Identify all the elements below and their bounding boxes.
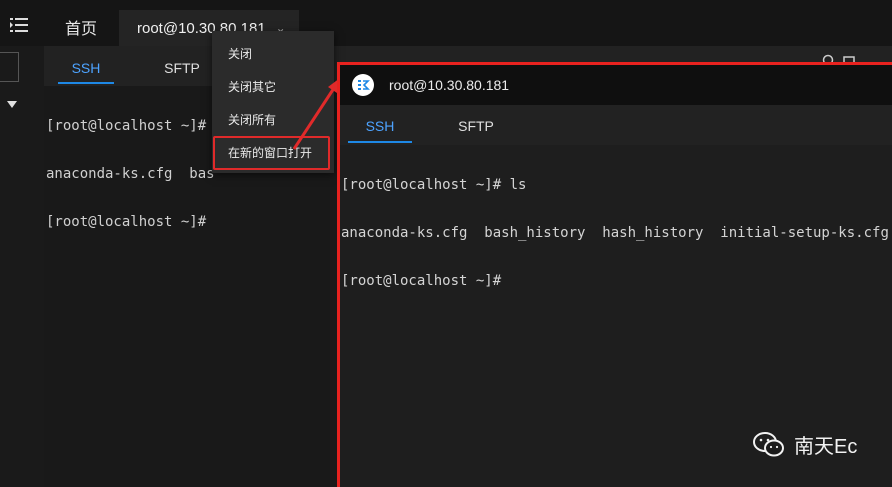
wechat-icon <box>753 431 784 456</box>
new-window: root@10.30.80.181 SSH SFTP [root@localho… <box>337 62 892 487</box>
window-tab-sftp[interactable]: SFTP <box>444 113 508 139</box>
terminal-line: [root@localhost ~]# <box>341 273 502 289</box>
window-title-bar: root@10.30.80.181 <box>340 65 892 105</box>
window-tab-ssh-underline <box>348 141 412 143</box>
terminal-line: [root@localhost ~]# <box>46 118 207 134</box>
sidebar-search-box[interactable] <box>0 52 19 82</box>
terminal-line: [root@localhost ~]# ls <box>341 177 527 193</box>
tab-home[interactable]: 首页 <box>46 10 116 44</box>
caret-down-icon[interactable] <box>7 101 17 108</box>
tab-sftp[interactable]: SFTP <box>154 52 210 84</box>
window-subtab-bar: SSH SFTP <box>340 105 892 145</box>
terminal-line: anaconda-ks.cfg bas <box>46 166 215 182</box>
menu-icon[interactable] <box>10 17 28 33</box>
tab-ssh-underline <box>58 82 114 84</box>
background-terminal[interactable]: [root@localhost ~]# anaconda-ks.cfg bas … <box>46 86 215 246</box>
tab-ssh[interactable]: SSH <box>58 52 114 84</box>
watermark: 南天Ec <box>752 430 857 459</box>
window-title: root@10.30.80.181 <box>389 77 510 93</box>
left-sidebar <box>0 46 44 487</box>
watermark-text: 南天Ec <box>794 436 858 458</box>
terminal-line: anaconda-ks.cfg bash_history hash_histor… <box>341 225 889 241</box>
terminal-line: [root@localhost ~]# <box>46 214 207 230</box>
window-terminal[interactable]: [root@localhost ~]# ls anaconda-ks.cfg b… <box>341 145 889 321</box>
menu-item-close[interactable]: 关闭 <box>212 39 334 67</box>
app-logo-icon <box>352 74 374 96</box>
window-tab-ssh[interactable]: SSH <box>348 113 412 139</box>
